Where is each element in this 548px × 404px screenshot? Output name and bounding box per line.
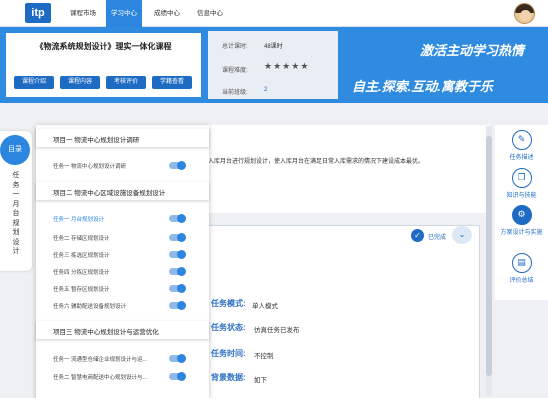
task-item[interactable]: 任务四 分拣区规划设计 xyxy=(53,268,110,276)
star-icon: ★ xyxy=(264,61,273,71)
task-item[interactable]: 任务三 拣选区规划设计 xyxy=(53,251,110,259)
itp-logo[interactable]: itp xyxy=(25,3,51,23)
course-banner: 《物流系统规划设计》理实一体化课程 课程介绍 课程内容 考核评价 学籍查看 总计… xyxy=(0,27,548,103)
class-label: 当前班级: xyxy=(222,90,248,96)
task-item[interactable]: 任务二 存储区规划设计 xyxy=(53,234,110,242)
document-icon: ▤ xyxy=(511,253,532,273)
course-content-button[interactable]: 课程内容 xyxy=(60,76,100,89)
task-description-tool[interactable]: ✎ 任务描述 xyxy=(495,130,548,161)
background-data-value: 如下 xyxy=(254,377,267,384)
star-icon: ★ xyxy=(273,61,282,71)
background-data-label: 背景数据: xyxy=(211,373,246,382)
task-mode-value: 单人模式 xyxy=(252,303,278,310)
evaluation-summary-label: 评价总结 xyxy=(509,278,534,284)
assessment-button[interactable]: 考核评价 xyxy=(106,76,146,89)
task-intro-panel xyxy=(200,125,490,213)
task-toggle[interactable] xyxy=(169,233,186,242)
task-description-label: 任务描述 xyxy=(509,155,534,161)
tab-learning-center[interactable]: 学习中心 xyxy=(106,0,142,27)
task-item[interactable]: 任务一 物流中心规划设计调研 xyxy=(53,162,126,170)
project-header[interactable]: 项目二 物流中心区域设施设备规划设计 xyxy=(36,182,209,200)
tab-course-market[interactable]: 课程市场 xyxy=(60,0,106,27)
task-toggle[interactable] xyxy=(169,267,186,276)
task-status-label: 任务状态: xyxy=(211,323,246,332)
total-hours-value: 48课时 xyxy=(264,44,283,50)
task-intro-text: 入库月台进行规划设计，使入库月台在满足日常入库需求的情况下建设成本最优。 xyxy=(208,159,425,165)
knowledge-skills-label: 知识与技能 xyxy=(506,193,537,199)
task-toggle[interactable] xyxy=(169,214,186,223)
task-time-label: 任务时间: xyxy=(211,349,246,358)
difficulty-label: 课程难度: xyxy=(222,68,248,74)
total-hours-label: 总计课时: xyxy=(222,44,248,50)
pen-icon: ✎ xyxy=(511,130,532,150)
star-icon: ★ xyxy=(300,61,309,71)
task-item[interactable]: 任务五 暂存区规划设计 xyxy=(53,285,110,293)
project-header[interactable]: 项目一 物流中心规划设计调研 xyxy=(36,129,209,147)
task-toggle[interactable] xyxy=(169,372,186,381)
right-toolbar: ✎ 任务描述 ❐ 知识与技能 ⚙ 方案设计与实施 ▤ 评价总结 xyxy=(495,125,548,300)
content-scrollbar[interactable] xyxy=(486,126,492,396)
toc-sidebar-tab[interactable]: 目录 任务一月台规划设计 xyxy=(0,131,32,271)
plan-design-label: 方案设计与实施 xyxy=(500,230,543,236)
slogan-line-2: 自主.探索.互动.寓教于乐 xyxy=(352,79,493,94)
task-toggle[interactable] xyxy=(169,161,186,170)
tab-grade-center[interactable]: 成绩中心 xyxy=(142,0,192,27)
scrollbar-thumb[interactable] xyxy=(486,136,492,376)
toc-menu: 项目一 物流中心规划设计调研 任务一 物流中心规划设计调研 项目二 物流中心区域… xyxy=(36,125,209,400)
task-mode-label: 任务模式: xyxy=(211,299,246,308)
course-info-panel: 总计课时: 48课时 课程难度: ★★★★★ 当前班级: 2 xyxy=(208,31,338,99)
chevron-down-icon[interactable]: ⌄ xyxy=(452,226,472,244)
knowledge-skills-tool[interactable]: ❐ 知识与技能 xyxy=(495,168,548,199)
course-intro-button[interactable]: 课程介绍 xyxy=(14,76,54,89)
completed-label: 已完成 xyxy=(428,235,447,241)
check-icon: ✓ xyxy=(411,229,424,242)
user-avatar[interactable] xyxy=(514,3,535,24)
task-toggle[interactable] xyxy=(169,354,186,363)
task-item-active[interactable]: 任务一 月台规划设计 xyxy=(53,215,104,223)
current-task-vertical-label: 任务一月台规划设计 xyxy=(12,172,20,255)
project-title: 项目二 物流中心区域设施设备规划设计 xyxy=(53,190,166,197)
evaluation-summary-tool[interactable]: ▤ 评价总结 xyxy=(495,253,548,284)
project-title: 项目一 物流中心规划设计调研 xyxy=(53,137,140,144)
task-toggle[interactable] xyxy=(169,250,186,259)
gear-icon: ⚙ xyxy=(511,205,532,225)
task-item[interactable]: 任务六 辅助配送设备规划设计 xyxy=(53,302,126,310)
star-icon: ★ xyxy=(282,61,291,71)
page-bottom-edge xyxy=(0,398,548,404)
plan-design-tool[interactable]: ⚙ 方案设计与实施 xyxy=(495,205,548,236)
course-card: 《物流系统规划设计》理实一体化课程 课程介绍 课程内容 考核评价 学籍查看 xyxy=(6,33,201,97)
course-title: 《物流系统规划设计》理实一体化课程 xyxy=(35,42,172,51)
star-icon: ★ xyxy=(291,61,300,71)
task-time-value: 不控制 xyxy=(254,353,274,360)
task-item[interactable]: 任务二 智慧电商配送中心规划设计与... xyxy=(53,373,147,381)
slogan-line-1: 激活主动学习热情 xyxy=(420,43,525,58)
task-toggle[interactable] xyxy=(169,301,186,310)
task-item[interactable]: 任务一 流通型仓储企业规划设计与运... xyxy=(53,355,147,363)
student-status-button[interactable]: 学籍查看 xyxy=(152,76,192,89)
difficulty-stars: ★★★★★ xyxy=(264,61,309,72)
class-value: 2 xyxy=(264,87,268,93)
project-header[interactable]: 项目三 物流中心规划设计与运营优化 xyxy=(36,321,209,339)
tab-info-center[interactable]: 信息中心 xyxy=(188,0,232,27)
toc-button[interactable]: 目录 xyxy=(0,135,30,165)
avatar-face xyxy=(520,10,531,21)
layers-icon: ❐ xyxy=(511,168,532,188)
task-status-value: 仿真任务已发布 xyxy=(254,327,300,334)
project-title: 项目三 物流中心规划设计与运营优化 xyxy=(53,329,159,336)
top-navbar: itp 课程市场 学习中心 成绩中心 信息中心 xyxy=(0,0,548,27)
task-toggle[interactable] xyxy=(169,284,186,293)
